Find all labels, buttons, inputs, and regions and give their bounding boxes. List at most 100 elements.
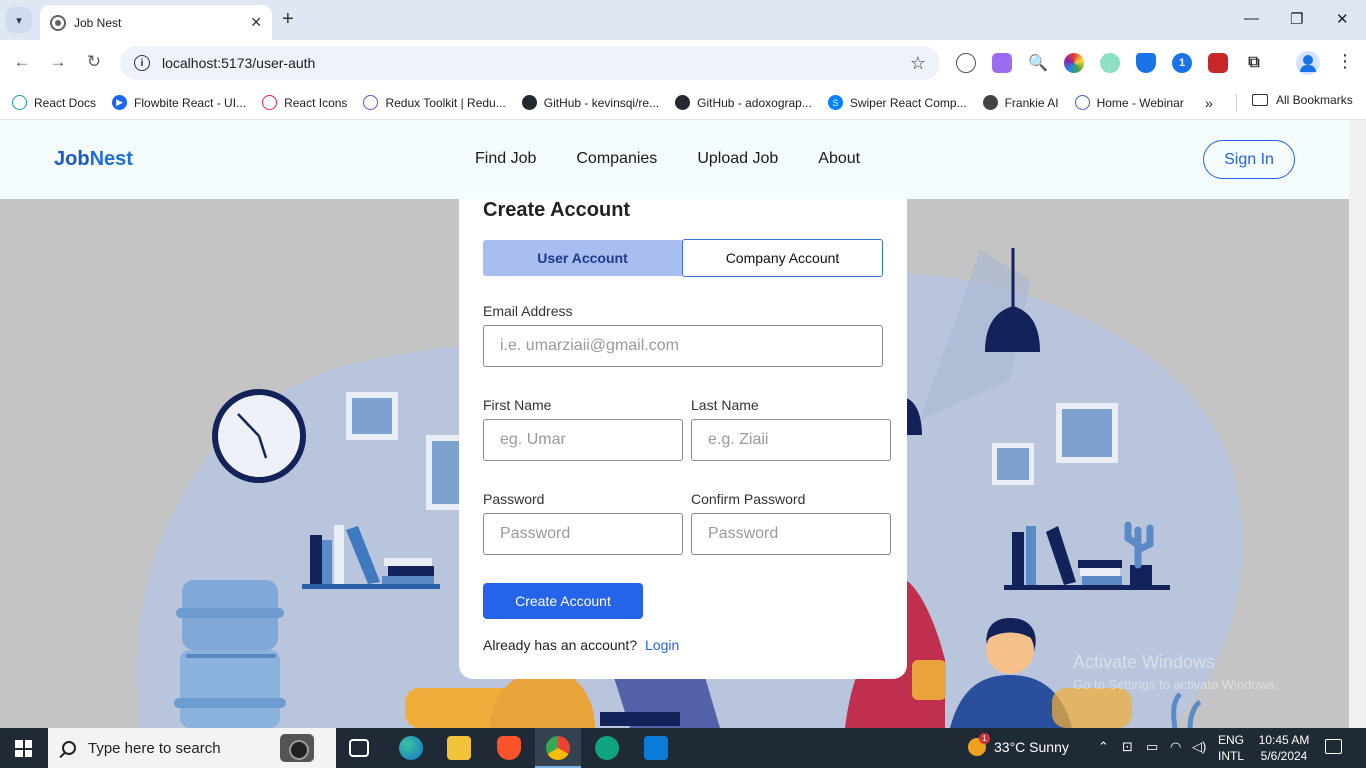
browser-tab[interactable]: Job Nest ✕: [40, 5, 272, 40]
system-clock[interactable]: 10:45 AM 5/6/2024: [1256, 732, 1312, 764]
address-bar[interactable]: i localhost:5173/user-auth ☆: [120, 46, 940, 80]
bookmark-star-icon[interactable]: ☆: [910, 53, 926, 74]
camera-icon: [280, 734, 314, 762]
bookmark-item[interactable]: Redux Toolkit | Redu...: [363, 95, 506, 110]
close-tab-icon[interactable]: ✕: [250, 14, 262, 31]
folder-icon: [1252, 94, 1268, 106]
bookmark-item[interactable]: React Docs: [12, 95, 96, 110]
activate-windows-title: Activate Windows: [1073, 652, 1216, 672]
volume-icon[interactable]: ◁): [1192, 739, 1206, 755]
already-account-text: Already has an account?: [483, 637, 638, 653]
first-name-label: First Name: [483, 397, 552, 413]
battery-icon[interactable]: ▭: [1146, 739, 1158, 755]
email-field[interactable]: [483, 325, 883, 367]
reload-button[interactable]: ↻: [83, 52, 105, 72]
extension-icon[interactable]: [992, 53, 1012, 73]
bookmark-label: React Icons: [284, 95, 348, 110]
bookmark-label: GitHub - adoxograp...: [697, 95, 812, 110]
bookmark-item[interactable]: S Swiper React Comp...: [827, 95, 967, 110]
chrome-icon[interactable]: [546, 736, 570, 760]
first-name-field[interactable]: [483, 419, 683, 461]
redux-icon: [363, 95, 379, 110]
create-account-button[interactable]: Create Account: [483, 583, 643, 619]
weather-widget[interactable]: 1 33°C Sunny: [968, 733, 1069, 756]
main-nav: Find Job Companies Upload Job About: [475, 150, 860, 168]
email-label: Email Address: [483, 303, 573, 319]
divider: [1236, 94, 1237, 112]
activate-windows-subtitle: Go to Settings to activate Windows.: [1073, 677, 1279, 692]
site-info-icon[interactable]: i: [134, 55, 150, 71]
language-indicator[interactable]: ENG INTL: [1218, 732, 1244, 764]
file-explorer-icon[interactable]: [447, 736, 471, 760]
login-link[interactable]: Login: [645, 637, 679, 653]
bookmark-label: Home - Webinar: [1096, 95, 1184, 110]
sign-in-button[interactable]: Sign In: [1203, 140, 1295, 179]
weather-badge: 1: [979, 733, 990, 744]
chatgpt-icon[interactable]: [595, 736, 619, 760]
nav-find-job[interactable]: Find Job: [475, 150, 536, 168]
bookmarks-bar: React Docs ▶ Flowbite React - UI... React…: [0, 86, 1366, 120]
last-name-label: Last Name: [691, 397, 759, 413]
password-extension-icon[interactable]: 1: [1172, 53, 1192, 73]
shield-extension-icon[interactable]: [1136, 53, 1156, 73]
logo-text-job: Job: [54, 148, 90, 170]
new-tab-button[interactable]: +: [282, 8, 294, 31]
page-scrollbar[interactable]: [1349, 120, 1366, 728]
nav-companies[interactable]: Companies: [576, 150, 657, 168]
tab-search-button[interactable]: ▾: [6, 7, 32, 33]
bookmark-item[interactable]: Home - Webinar: [1074, 95, 1184, 110]
bookmark-label: GitHub - kevinsqi/re...: [543, 95, 660, 110]
last-name-field[interactable]: [691, 419, 891, 461]
bookmark-item[interactable]: Frankie AI: [982, 95, 1059, 110]
restore-button[interactable]: ❐: [1290, 10, 1303, 28]
color-extension-icon[interactable]: [1064, 53, 1084, 73]
bookmark-label: Frankie AI: [1004, 95, 1059, 110]
company-account-tab[interactable]: Company Account: [682, 239, 883, 277]
profile-avatar[interactable]: [1296, 51, 1320, 75]
forward-button[interactable]: →: [47, 52, 69, 72]
sun-icon: 1: [968, 733, 990, 756]
close-window-button[interactable]: ✕: [1336, 10, 1349, 28]
puzzle-extensions-icon[interactable]: ⧉: [1244, 53, 1264, 73]
magnifier-extension-icon[interactable]: 🔍: [1028, 53, 1048, 73]
bookmark-item[interactable]: GitHub - adoxograp...: [675, 95, 812, 110]
swiper-icon: S: [827, 95, 843, 110]
brave-icon[interactable]: [497, 736, 521, 760]
notification-icon[interactable]: [1325, 739, 1342, 754]
confirm-password-field[interactable]: [691, 513, 891, 555]
all-bookmarks-button[interactable]: All Bookmarks: [1252, 93, 1353, 107]
bookmark-item[interactable]: ▶ Flowbite React - UI...: [112, 95, 246, 110]
wifi-icon[interactable]: ◠: [1170, 739, 1181, 755]
more-bookmarks-icon[interactable]: »: [1205, 95, 1213, 111]
site-header: JobNest Find Job Companies Upload Job Ab…: [0, 120, 1349, 199]
flowbite-icon: ▶: [112, 95, 128, 110]
bookmark-label: React Docs: [34, 95, 97, 110]
site-logo[interactable]: JobNest: [54, 148, 133, 171]
windows-start-icon[interactable]: [15, 740, 32, 757]
nav-about[interactable]: About: [818, 150, 860, 168]
minimize-button[interactable]: —: [1244, 10, 1259, 27]
webinar-icon: [1074, 95, 1090, 110]
react-icon: [12, 95, 27, 110]
bookmark-item[interactable]: React Icons: [262, 95, 347, 110]
nav-upload-job[interactable]: Upload Job: [697, 150, 778, 168]
form-title: Create Account: [483, 199, 631, 221]
browser-toolbar: ← → ↻ i localhost:5173/user-auth ☆ 🔍 1 ⧉…: [0, 40, 1366, 86]
page-viewport: JobNest Find Job Companies Upload Job Ab…: [0, 120, 1366, 728]
user-account-tab[interactable]: User Account: [483, 240, 682, 276]
usb-icon[interactable]: ⊡: [1122, 739, 1133, 755]
extension-icon[interactable]: [1208, 53, 1228, 73]
back-button[interactable]: ←: [11, 52, 33, 72]
react-icons-icon: [262, 95, 278, 110]
task-view-icon[interactable]: [349, 739, 369, 757]
chevron-up-icon[interactable]: ⌃: [1098, 739, 1109, 755]
vscode-icon[interactable]: [644, 736, 668, 760]
extension-icon[interactable]: [1100, 53, 1120, 73]
globe-icon: [982, 95, 998, 110]
bookmark-item[interactable]: GitHub - kevinsqi/re...: [521, 95, 660, 110]
extension-icon[interactable]: [956, 53, 976, 73]
menu-icon[interactable]: ⋮: [1336, 51, 1354, 72]
edge-icon[interactable]: [399, 736, 423, 760]
password-label: Password: [483, 491, 545, 507]
password-field[interactable]: [483, 513, 683, 555]
